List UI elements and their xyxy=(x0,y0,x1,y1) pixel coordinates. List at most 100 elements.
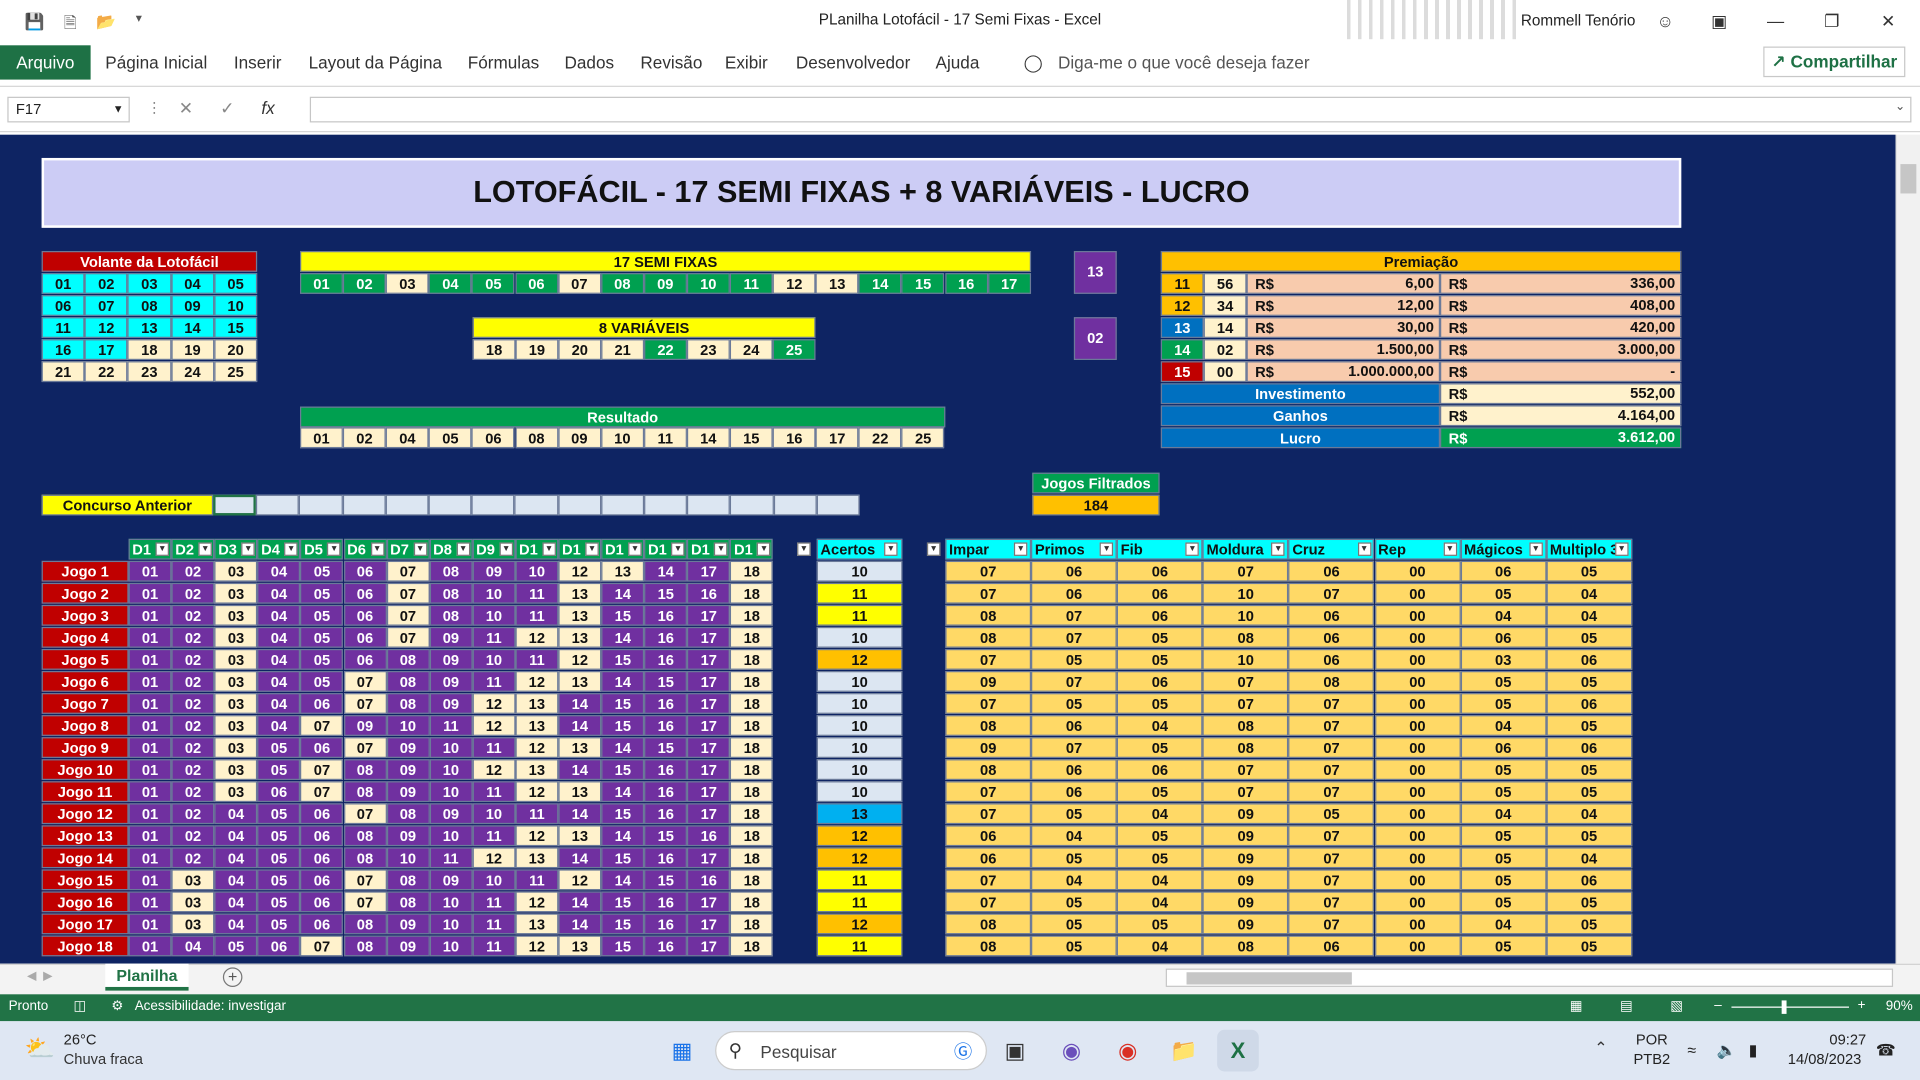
jogo-label[interactable]: Jogo 15 xyxy=(41,869,129,891)
stat-value[interactable]: 04 xyxy=(1116,935,1203,957)
semi-fixa-number[interactable]: 04 xyxy=(428,273,472,294)
jogo-number[interactable]: 04 xyxy=(257,648,301,670)
jogo-number[interactable]: 17 xyxy=(687,803,731,825)
jogo-number[interactable]: 01 xyxy=(128,693,172,714)
stat-value[interactable]: 04 xyxy=(1460,913,1547,935)
stat-value[interactable]: 08 xyxy=(945,626,1032,648)
stat-value[interactable]: 06 xyxy=(1031,582,1117,604)
jogo-number[interactable]: 17 xyxy=(687,671,731,692)
stat-value[interactable]: 05 xyxy=(1460,781,1547,803)
stat-value[interactable]: 03 xyxy=(1460,648,1547,670)
stat-value[interactable]: 08 xyxy=(945,935,1032,957)
tab-formulas[interactable]: Fórmulas xyxy=(468,53,539,73)
jogo-number[interactable]: 17 xyxy=(687,759,731,781)
jogo-number[interactable]: 10 xyxy=(515,560,559,582)
semi-fixa-number[interactable]: 15 xyxy=(901,273,945,294)
stat-value[interactable]: 07 xyxy=(1202,781,1289,803)
jogo-number[interactable]: 05 xyxy=(257,825,301,847)
stat-value[interactable]: 06 xyxy=(1116,582,1203,604)
macro-record-icon[interactable]: ◫ xyxy=(73,998,86,1014)
volante-number[interactable]: 07 xyxy=(84,295,128,316)
stat-value[interactable]: 04 xyxy=(1546,803,1632,825)
jogo-label[interactable]: Jogo 4 xyxy=(41,626,129,648)
filter-dropdown-icon[interactable]: ▼ xyxy=(1099,542,1114,556)
jogo-number[interactable]: 01 xyxy=(128,737,172,758)
jogo-label[interactable]: Jogo 2 xyxy=(41,582,129,604)
stat-value[interactable]: 07 xyxy=(1202,560,1289,582)
jogo-number[interactable]: 13 xyxy=(515,693,559,714)
jogo-number[interactable]: 13 xyxy=(558,737,602,758)
jogo-number[interactable]: 02 xyxy=(171,781,215,803)
jogo-number[interactable]: 09 xyxy=(386,913,430,935)
tab-layout[interactable]: Layout da Página xyxy=(309,53,442,73)
semi-fixa-number[interactable]: 17 xyxy=(987,273,1031,294)
weather-icon[interactable]: ⛅ xyxy=(24,1033,54,1064)
volante-number[interactable]: 01 xyxy=(41,273,85,294)
weather-desc[interactable]: Chuva fraca xyxy=(64,1051,143,1068)
jogo-number[interactable]: 15 xyxy=(644,869,688,891)
vertical-scrollbar[interactable] xyxy=(1895,134,1920,964)
jogo-number[interactable]: 02 xyxy=(171,715,215,736)
jogo-number[interactable]: 18 xyxy=(730,737,774,758)
jogo-number[interactable]: 13 xyxy=(558,671,602,692)
filter-dropdown-icon[interactable]: ▼ xyxy=(241,542,255,556)
jogo-number[interactable]: 01 xyxy=(128,869,172,891)
jogo-number[interactable]: 07 xyxy=(343,671,387,692)
resultado-number[interactable]: 05 xyxy=(428,427,472,449)
jogo-number[interactable]: 16 xyxy=(644,759,688,781)
jogo-number[interactable]: 08 xyxy=(386,648,430,670)
normal-view-icon[interactable]: ▦ xyxy=(1570,998,1583,1014)
jogo-number[interactable]: 02 xyxy=(171,803,215,825)
jogo-number[interactable]: 15 xyxy=(601,847,645,869)
jogo-number[interactable]: 04 xyxy=(214,891,258,913)
jogo-number[interactable]: 10 xyxy=(472,648,516,670)
stat-value[interactable]: 05 xyxy=(1031,648,1117,670)
stat-value[interactable]: 07 xyxy=(1288,693,1375,714)
resultado-number[interactable]: 02 xyxy=(342,427,386,449)
filter-dropdown-icon[interactable]: ▼ xyxy=(926,542,941,556)
jogo-number[interactable]: 16 xyxy=(644,715,688,736)
volante-number[interactable]: 05 xyxy=(214,273,258,294)
stat-value[interactable]: 07 xyxy=(1288,737,1375,758)
jogo-number[interactable]: 13 xyxy=(558,935,602,957)
concurso-anterior-input[interactable] xyxy=(342,494,386,516)
stat-value[interactable]: 06 xyxy=(1116,604,1203,626)
jogo-number[interactable]: 07 xyxy=(300,781,344,803)
jogo-number[interactable]: 09 xyxy=(429,869,473,891)
stat-value[interactable]: 05 xyxy=(1460,847,1547,869)
stat-value[interactable]: 00 xyxy=(1374,648,1461,670)
jogo-number[interactable]: 08 xyxy=(343,759,387,781)
enter-icon[interactable]: ✓ xyxy=(220,98,234,119)
jogo-label[interactable]: Jogo 10 xyxy=(41,759,129,781)
stat-value[interactable]: 08 xyxy=(1202,715,1289,736)
jogo-number[interactable]: 07 xyxy=(386,626,430,648)
insert-function-icon[interactable]: fx xyxy=(261,98,274,119)
semi-fixa-number[interactable]: 02 xyxy=(342,273,386,294)
stat-value[interactable]: 00 xyxy=(1374,759,1461,781)
jogo-number[interactable]: 14 xyxy=(601,781,645,803)
acertos-value[interactable]: 12 xyxy=(816,648,903,670)
resultado-number[interactable]: 06 xyxy=(471,427,515,449)
resultado-number[interactable]: 10 xyxy=(600,427,644,449)
concurso-anterior-input[interactable] xyxy=(644,494,688,516)
jogo-number[interactable]: 04 xyxy=(214,913,258,935)
stat-value[interactable]: 06 xyxy=(1288,648,1375,670)
stat-value[interactable]: 00 xyxy=(1374,781,1461,803)
jogo-number[interactable]: 03 xyxy=(214,715,258,736)
page-layout-icon[interactable]: ▤ xyxy=(1620,998,1633,1014)
stat-value[interactable]: 04 xyxy=(1031,869,1117,891)
jogo-number[interactable]: 11 xyxy=(515,869,559,891)
semi-fixa-number[interactable]: 05 xyxy=(471,273,515,294)
stat-value[interactable]: 08 xyxy=(945,759,1032,781)
jogo-number[interactable]: 01 xyxy=(128,803,172,825)
tab-arquivo[interactable]: Arquivo xyxy=(0,45,91,80)
jogo-number[interactable]: 09 xyxy=(429,648,473,670)
jogo-number[interactable]: 15 xyxy=(601,935,645,957)
jogo-number[interactable]: 16 xyxy=(644,803,688,825)
filter-dropdown-icon[interactable]: ▼ xyxy=(456,542,470,556)
jogo-number[interactable]: 08 xyxy=(429,604,473,626)
stat-value[interactable]: 06 xyxy=(1288,560,1375,582)
tab-dados[interactable]: Dados xyxy=(564,53,614,73)
jogo-number[interactable]: 03 xyxy=(214,560,258,582)
stat-value[interactable]: 06 xyxy=(1546,648,1632,670)
